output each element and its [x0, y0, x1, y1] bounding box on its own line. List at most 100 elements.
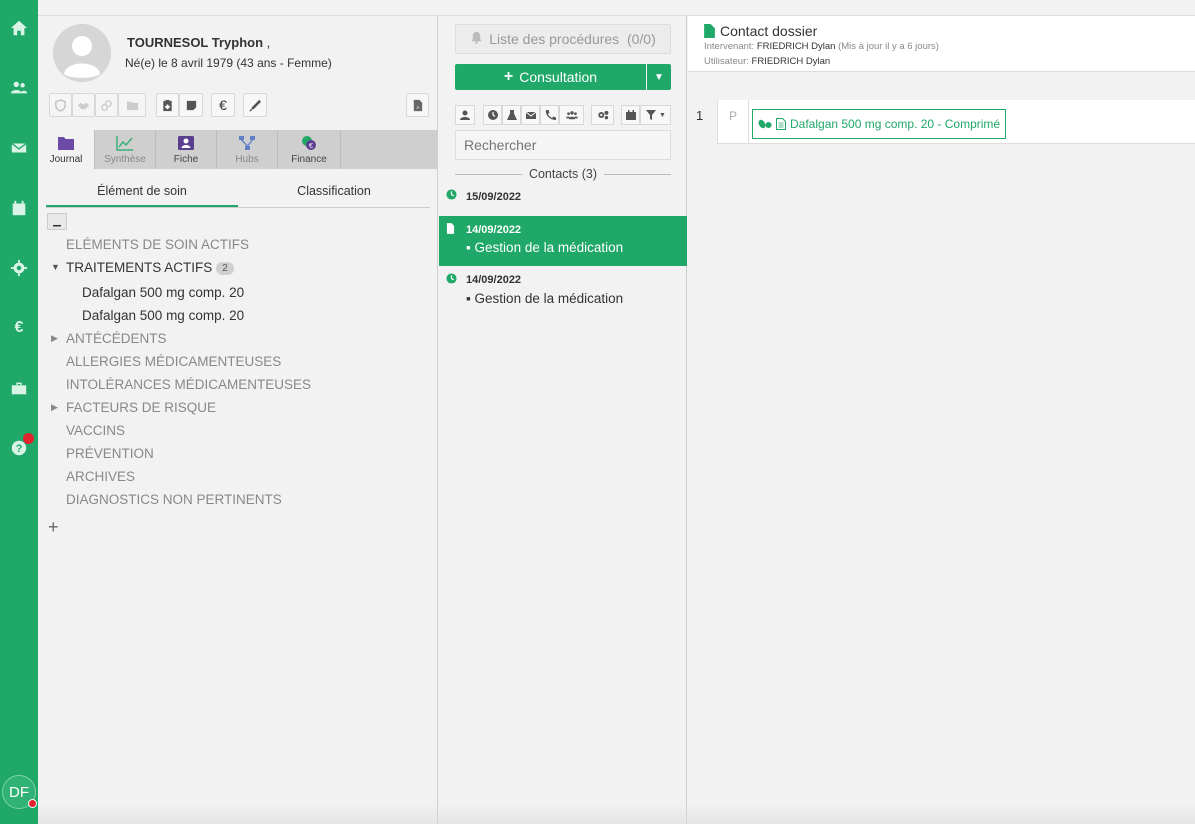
subtab-element-de-soin[interactable]: Élément de soin [46, 174, 238, 207]
patient-name: TOURNESOL Tryphon , [127, 35, 271, 50]
euro-icon[interactable]: € [8, 317, 30, 339]
filter-funnel-button[interactable]: ▼ [640, 105, 671, 125]
tree-archives[interactable]: ARCHIVES [66, 469, 135, 484]
contact-item[interactable]: 14/09/2022 ▪ Gestion de la médication [439, 266, 687, 316]
pills-icon [758, 119, 772, 129]
vaccine-button[interactable] [243, 93, 267, 117]
filter-clock-button[interactable] [483, 105, 502, 125]
clock-icon [446, 273, 457, 287]
tab-label: Synthèse [104, 154, 146, 165]
contact-item-selected[interactable]: 14/09/2022 ▪ Gestion de la médication [439, 216, 687, 266]
tab-label: Journal [49, 154, 83, 165]
caret-right-icon: ▶ [51, 402, 58, 412]
contact-description: ▪ Gestion de la médication [466, 240, 624, 255]
gear-icon[interactable] [8, 257, 30, 279]
flask-icon [506, 110, 517, 120]
mail-icon[interactable] [8, 137, 30, 159]
note-icon [186, 100, 196, 110]
prescription-row: P Dafalgan 500 mg comp. 20 - Comprimé [717, 100, 1195, 144]
document-icon [446, 223, 455, 237]
medication-chip[interactable]: Dafalgan 500 mg comp. 20 - Comprimé [752, 109, 1007, 139]
subtab-classification[interactable]: Classification [238, 174, 430, 207]
calendar-icon[interactable] [8, 197, 30, 219]
count-badge: 2 [216, 262, 234, 275]
top-strip [38, 0, 1195, 16]
tree-facteurs-risque[interactable]: ▶ FACTEURS DE RISQUE [51, 400, 216, 415]
main-nav: € ? DF [0, 0, 38, 824]
tab-label: Fiche [173, 154, 199, 165]
tree-treatment-item[interactable]: Dafalgan 500 mg comp. 20 [82, 308, 244, 323]
calendar-icon [625, 110, 636, 120]
caret-down-icon: ▼ [654, 71, 664, 83]
tree-diagnostics[interactable]: DIAGNOSTICS NON PERTINENTS [66, 492, 282, 507]
filter-phone-button[interactable] [540, 105, 559, 125]
phone-icon [545, 110, 556, 120]
svg-text:?: ? [16, 443, 23, 455]
contact-date: 15/09/2022 [466, 191, 522, 203]
caret-right-icon: ▶ [51, 333, 58, 343]
clipboard-icon [163, 99, 172, 111]
collapse-icon: ▁ [53, 216, 61, 227]
tab-fiche[interactable]: Fiche [156, 130, 217, 169]
mail-icon [525, 111, 536, 119]
filter-mail-button[interactable] [521, 105, 540, 125]
folder-icon [126, 101, 138, 110]
briefcase-icon[interactable] [8, 377, 30, 399]
filter-group-button[interactable] [559, 105, 584, 125]
euro-icon: € [219, 97, 227, 113]
collapse-all-button[interactable]: ▁ [47, 213, 67, 230]
document-icon [704, 24, 715, 38]
tree-treatment-item[interactable]: Dafalgan 500 mg comp. 20 [82, 285, 244, 300]
tree-allergies[interactable]: ALLERGIES MÉDICAMENTEUSES [66, 354, 281, 369]
utilisateur-line: Utilisateur: FRIEDRICH Dylan [704, 56, 831, 67]
tab-synthese[interactable]: Synthèse [95, 130, 156, 169]
note-button[interactable] [179, 93, 203, 117]
row-number: 1 [696, 108, 704, 123]
funnel-icon [646, 110, 657, 120]
status-dot [28, 799, 37, 808]
tree-intolerances[interactable]: INTOLÉRANCES MÉDICAMENTEUSES [66, 377, 311, 392]
link-icon [101, 99, 112, 111]
procedures-button[interactable]: Liste des procédures (0/0) [455, 24, 671, 54]
gears-icon [597, 110, 608, 120]
filter-user-button[interactable] [455, 105, 475, 125]
tree-antecedents[interactable]: ▶ ANTÉCÉDENTS [51, 331, 167, 346]
pdf-export-button[interactable]: A [406, 93, 429, 117]
id-card-icon [178, 136, 194, 150]
filter-settings-button[interactable] [591, 105, 614, 125]
handshake-icon [77, 102, 90, 109]
plus-icon: + [503, 68, 514, 85]
users-icon[interactable] [8, 77, 30, 99]
home-icon[interactable] [8, 17, 30, 39]
tab-journal[interactable]: Journal [38, 130, 95, 169]
tree-elements-actifs[interactable]: ELÉMENTS DE SOIN ACTIFS [66, 237, 249, 252]
clock-icon [446, 189, 457, 203]
consultation-button[interactable]: + Consultation [455, 64, 646, 90]
folder-share-button[interactable] [118, 93, 146, 117]
tree-vaccins[interactable]: VACCINS [66, 423, 125, 438]
tree-prevention[interactable]: PRÉVENTION [66, 446, 154, 461]
contact-item[interactable]: 15/09/2022 [439, 183, 687, 215]
link-button[interactable] [95, 93, 118, 117]
contact-description: ▪ Gestion de la médication [466, 291, 624, 306]
clock-icon [487, 110, 498, 120]
svg-text:€: € [309, 143, 313, 150]
filter-calendar-button[interactable] [621, 105, 640, 125]
add-element-button[interactable]: + [48, 517, 59, 538]
contacts-search-input[interactable] [455, 130, 671, 160]
tree-traitements-actifs[interactable]: ▼ TRAITEMENTS ACTIFS 2 [51, 260, 234, 275]
contacts-header: Contacts (3) [455, 166, 671, 182]
patient-panel: TOURNESOL Tryphon , Né(e) le 8 avril 197… [38, 16, 438, 824]
folder-icon [58, 137, 74, 150]
shield-button[interactable] [49, 93, 72, 117]
patient-birth: Né(e) le 8 avril 1979 (43 ans - Femme) [125, 56, 332, 70]
finance-button[interactable]: € [211, 93, 235, 117]
tab-hubs[interactable]: Hubs [217, 130, 278, 169]
group-icon [565, 111, 578, 120]
clipboard-button[interactable] [156, 93, 179, 117]
consultation-dropdown[interactable]: ▼ [647, 64, 671, 90]
tab-finance[interactable]: € Finance [278, 130, 341, 169]
filter-lab-button[interactable] [502, 105, 521, 125]
bell-icon [470, 31, 483, 47]
handshake-button[interactable] [72, 93, 95, 117]
